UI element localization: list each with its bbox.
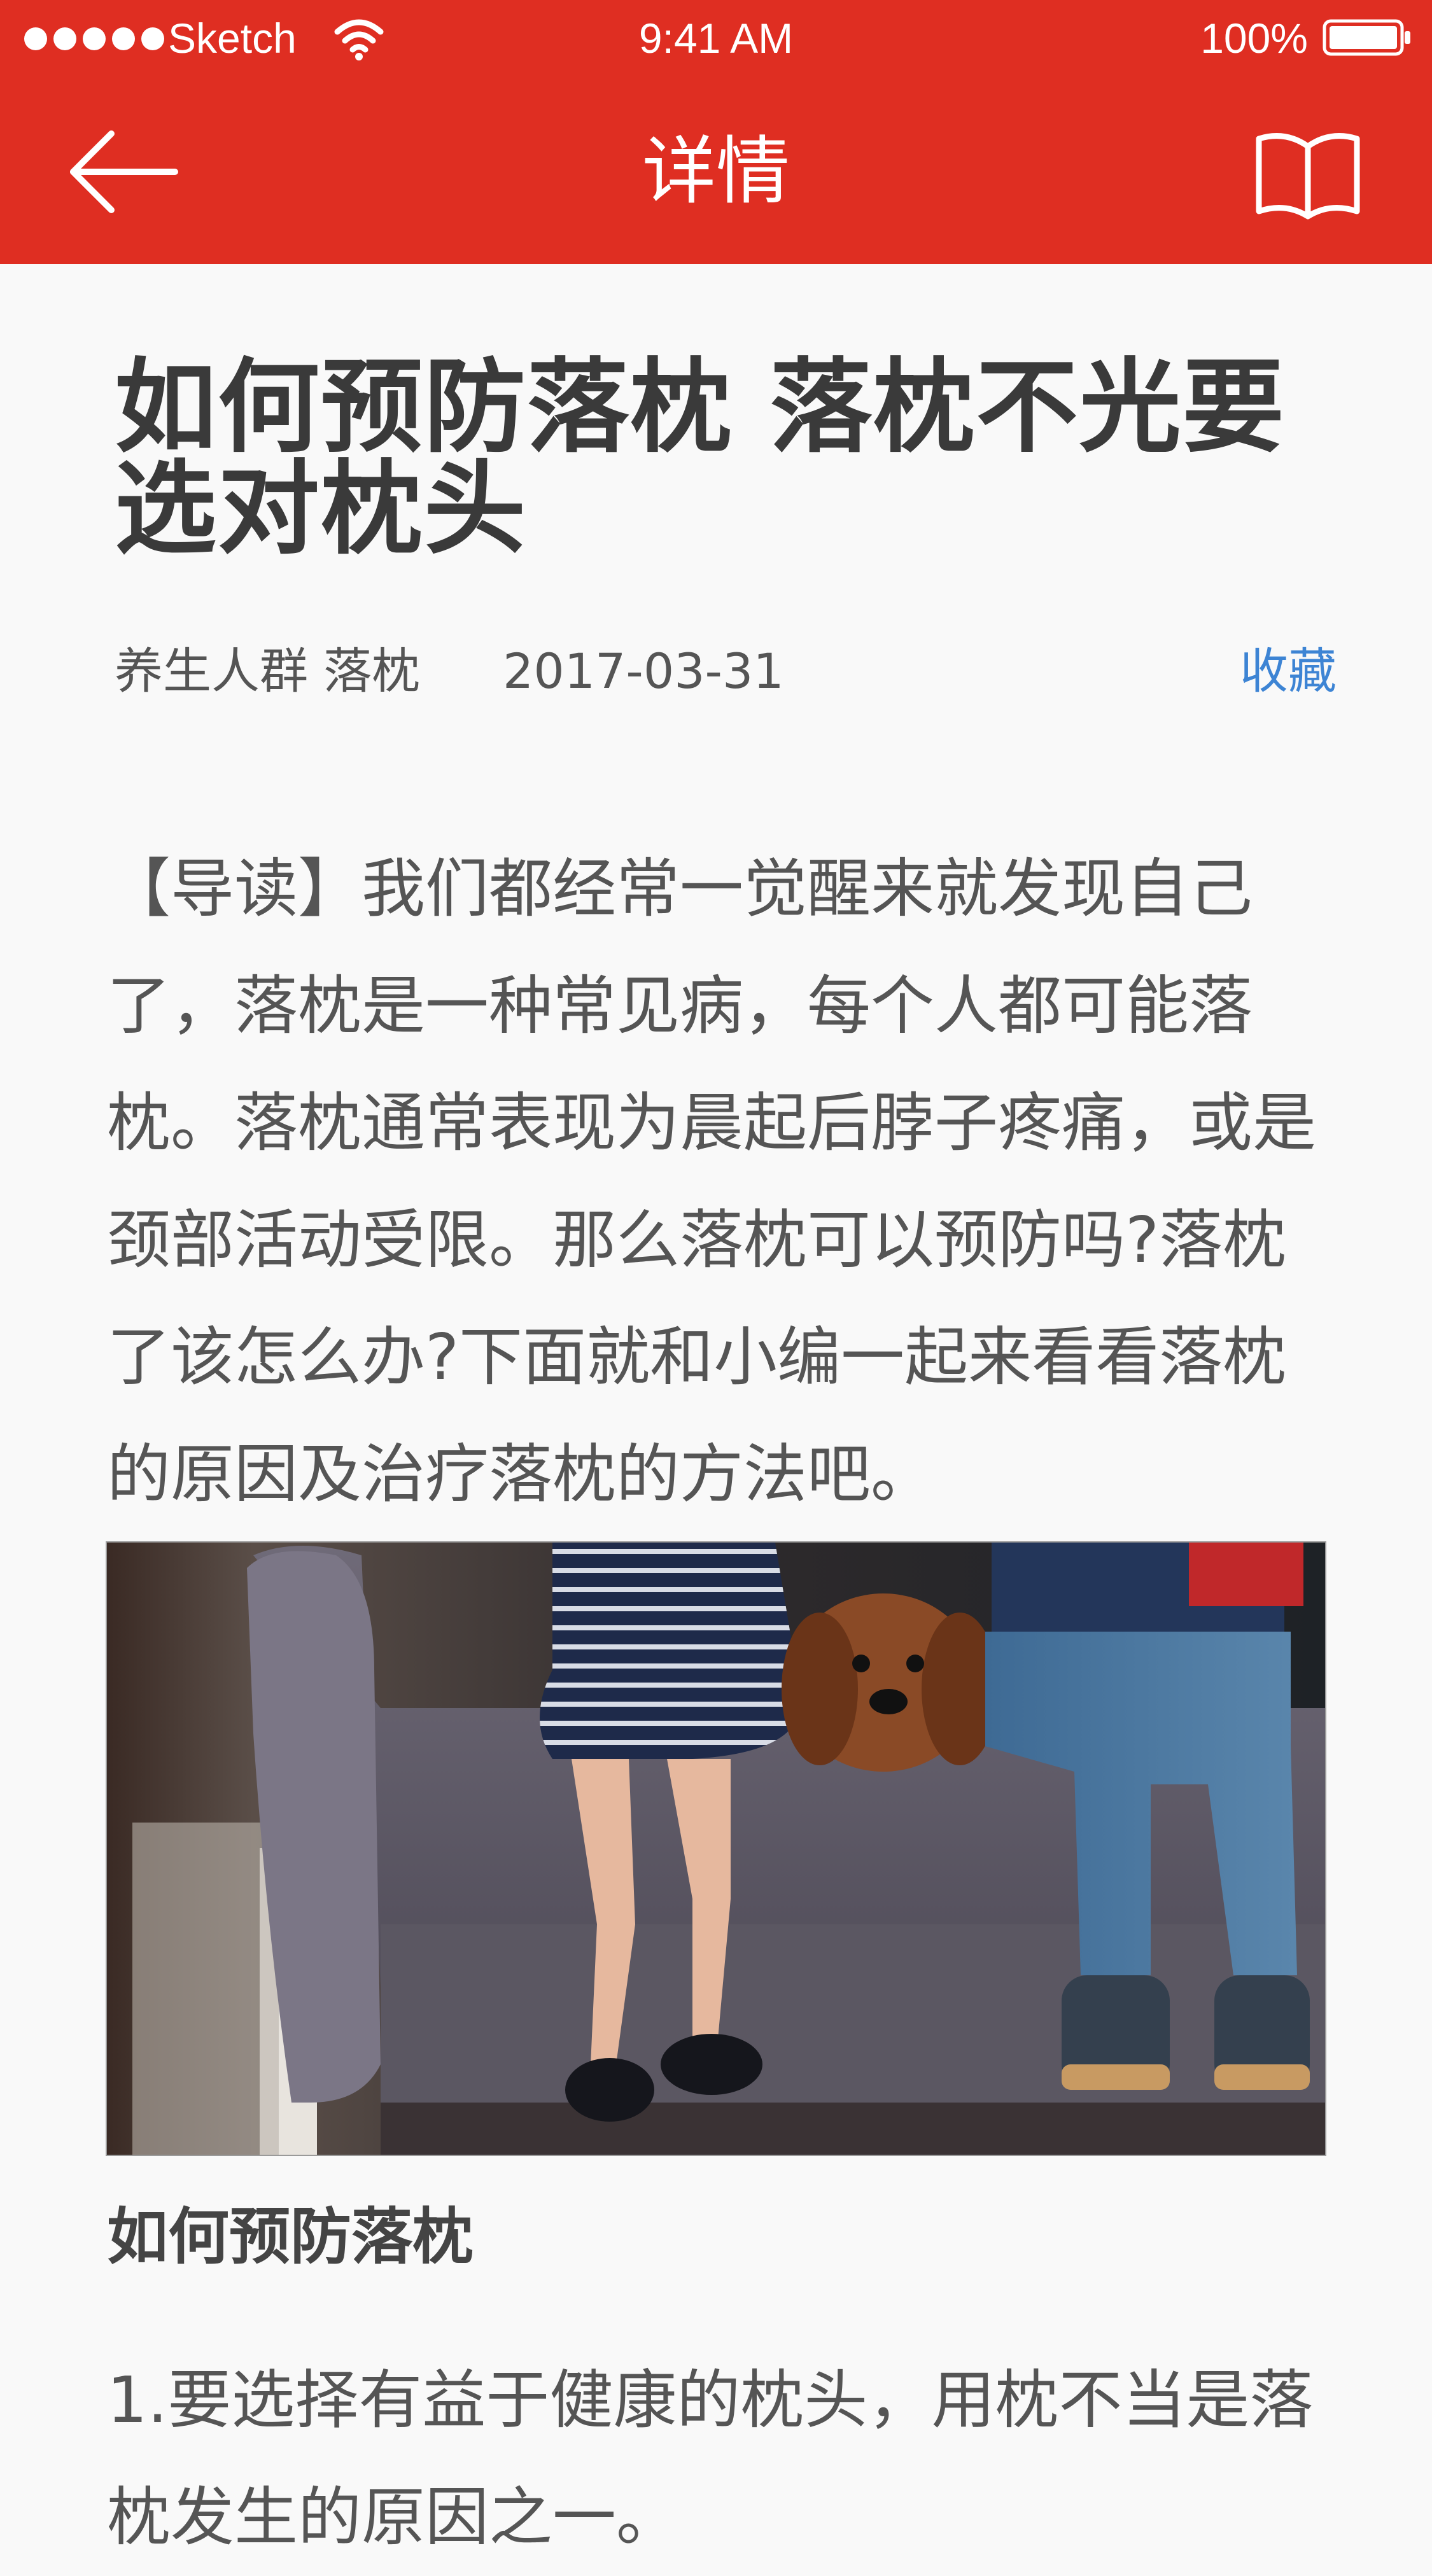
battery-percentage: 100% <box>1200 15 1308 62</box>
favorite-button[interactable]: 收藏 <box>1240 636 1337 706</box>
navigation-bar: 详情 <box>0 83 1432 264</box>
article-point-1: 1.要选择有益于健康的枕头，用枕不当是落枕发生的原因之一。 <box>107 2363 1314 2554</box>
article-intro: 【导读】我们都经常一觉醒来就发现自己了，落枕是一种常见病，每个人都可能落枕。落枕… <box>107 851 1316 1511</box>
article-title: 如何预防落枕 落枕不光要选对枕头 <box>115 347 1286 568</box>
article-meta: 养生人群 落枕 2017-03-31 收藏 <box>115 636 1337 706</box>
book-icon <box>1256 133 1360 220</box>
article-tags: 养生人群 落枕 <box>115 643 421 699</box>
article-photo <box>106 1541 1326 2156</box>
book-button[interactable] <box>1254 127 1362 223</box>
section-heading: 如何预防落枕 <box>107 2201 474 2272</box>
page-title: 详情 <box>642 129 790 214</box>
status-bar: Sketch 9:41 AM 100% <box>0 0 1432 83</box>
article-date: 2017-03-31 <box>503 643 784 699</box>
battery-icon <box>1323 19 1410 56</box>
